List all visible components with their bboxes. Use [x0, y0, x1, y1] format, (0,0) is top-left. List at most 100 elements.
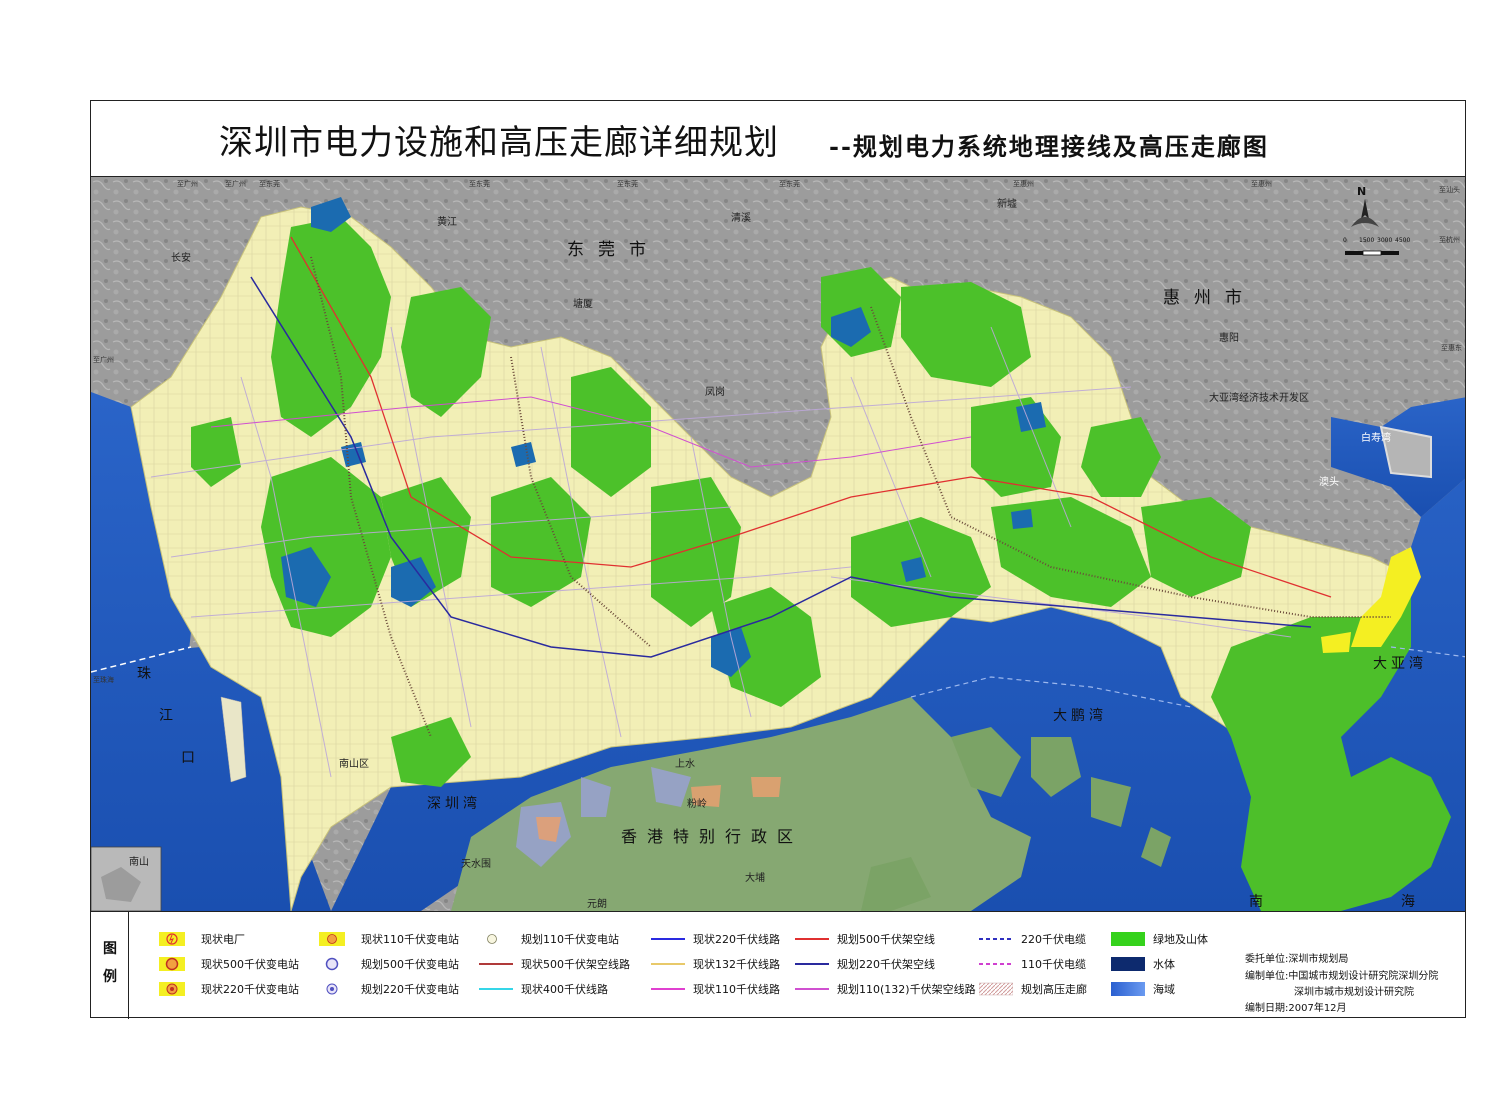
- page-title: 深圳市电力设施和高压走廊详细规划: [219, 123, 779, 163]
- dashed-line-symbol: [979, 956, 1013, 972]
- road-tag: 至惠州: [1013, 180, 1034, 188]
- legend-item-cable: 110千伏电缆: [979, 955, 1086, 973]
- road-tag: 至东莞: [259, 180, 280, 188]
- dashed-line-symbol: [979, 931, 1013, 947]
- line-symbol: [795, 981, 829, 997]
- legend-item-sub-500: 现状500千伏变电站: [159, 955, 299, 973]
- sea-fill-symbol: [1111, 981, 1145, 997]
- legend-item-sea: 海域: [1111, 980, 1175, 998]
- label-tangxia: 塘厦: [573, 299, 593, 310]
- scale-0: 0: [1343, 237, 1347, 244]
- label-huangjiang: 黄江: [437, 217, 457, 228]
- legend-heading: 图 例: [91, 912, 129, 1019]
- map-frame: 深圳市电力设施和高压走廊详细规划 --规划电力系统地理接线及高压走廊图 东莞市 …: [90, 100, 1466, 1019]
- label-dabu: 大埔: [745, 873, 765, 884]
- map-legend: 图 例 现状电厂 现状500千伏变电站 现状220千伏变电站 现状110千伏变电…: [91, 911, 1465, 1019]
- legend-item-green: 绿地及山体: [1111, 930, 1208, 948]
- line-symbol: [651, 956, 685, 972]
- scale-4500: 4500: [1395, 237, 1411, 244]
- plant-icon: [159, 931, 193, 947]
- info-client: 委托单位:深圳市规划局: [1245, 954, 1349, 965]
- label-fenling: 粉岭: [687, 799, 707, 810]
- label-qingxi: 清溪: [731, 213, 751, 224]
- north-arrow-icon: N 0 1500 3000 4500: [1341, 185, 1421, 265]
- line-symbol: [479, 981, 513, 997]
- legend-item-cable: 220千伏电缆: [979, 930, 1086, 948]
- label-nanshan-district: 南山区: [339, 759, 369, 770]
- road-tag: 至惠州: [1251, 180, 1272, 188]
- label-huizhou: 惠州市: [1163, 288, 1256, 308]
- legend-item-line: 规划110(132)千伏架空线路: [795, 980, 976, 998]
- label-hai: 海: [1401, 894, 1419, 910]
- legend-item-sub-220: 现状220千伏变电站: [159, 980, 299, 998]
- label-jiang: 江: [159, 708, 177, 724]
- road-tag: 至杭州: [1439, 236, 1460, 244]
- label-hongkong: 香港特别行政区: [621, 827, 804, 846]
- road-tag: 至惠东: [1441, 344, 1462, 352]
- map-graphic: [91, 177, 1465, 911]
- road-tag: 至广州: [225, 180, 246, 188]
- label-xinxu: 新墟: [997, 199, 1017, 210]
- legend-item-planned-500: 规划500千伏变电站: [319, 955, 459, 973]
- road-tag: 至广州: [93, 356, 114, 364]
- info-compiler-2: 深圳市城市规划设计研究院: [1294, 987, 1414, 998]
- road-tag: 至广州: [177, 180, 198, 188]
- legend-item-line: 现状500千伏架空线路: [479, 955, 630, 973]
- planned-110-icon: [479, 931, 513, 947]
- scale-3000: 3000: [1377, 237, 1393, 244]
- line-symbol: [795, 931, 829, 947]
- scale-bar: [1345, 250, 1399, 256]
- road-tag: 至东莞: [779, 180, 800, 188]
- label-dapeng-bay: 大鹏湾: [1053, 708, 1107, 724]
- legend-item-planned-220: 规划220千伏变电站: [319, 980, 459, 998]
- map-canvas[interactable]: 东莞市 惠州市 香港特别行政区 珠 江 口 深圳湾 大鹏湾 大亚湾 南 海 黄江…: [91, 177, 1465, 911]
- label-yuanlang: 元朗: [587, 899, 607, 910]
- legend-item-line: 规划500千伏架空线: [795, 930, 935, 948]
- corridor-symbol: [978, 981, 1014, 997]
- page-subtitle: --规划电力系统地理接线及高压走廊图: [829, 132, 1269, 161]
- road-tag: 至东莞: [617, 180, 638, 188]
- legend-item-line: 现状132千伏线路: [651, 955, 780, 973]
- substation-500-icon: [159, 956, 193, 972]
- legend-item-line: 规划220千伏架空线: [795, 955, 935, 973]
- legend-item-line: 现状110千伏线路: [651, 980, 780, 998]
- line-symbol: [651, 981, 685, 997]
- compass-icon: [1351, 199, 1379, 227]
- label-huiyang: 惠阳: [1219, 333, 1239, 344]
- label-zhu: 珠: [137, 666, 155, 682]
- planned-220-icon: [319, 981, 353, 997]
- line-symbol: [795, 956, 829, 972]
- road-tag: 至汕头: [1439, 186, 1460, 194]
- label-nanshan: 南山: [129, 857, 149, 868]
- legend-item-planned-110: 规划110千伏变电站: [479, 930, 619, 948]
- line-symbol: [479, 956, 513, 972]
- legend-item-water: 水体: [1111, 955, 1175, 973]
- line-symbol: [651, 931, 685, 947]
- substation-110-icon: [319, 931, 353, 947]
- water-fill-symbol: [1111, 956, 1145, 972]
- legend-item-corridor: 规划高压走廊: [978, 980, 1087, 998]
- planned-500-icon: [319, 956, 353, 972]
- scale-1500: 1500: [1359, 237, 1375, 244]
- label-daya-dev: 大亚湾经济技术开发区: [1209, 393, 1309, 404]
- label-shangshui: 上水: [675, 759, 695, 770]
- label-daya-bay: 大亚湾: [1373, 656, 1427, 672]
- label-chang-an: 长安: [171, 253, 191, 264]
- legend-item-line: 现状400千伏线路: [479, 980, 608, 998]
- legend-heading-2: 例: [103, 969, 117, 985]
- label-dongguan: 东莞市: [567, 240, 660, 260]
- label-fenggang: 凤岗: [705, 387, 725, 398]
- legend-heading-1: 图: [103, 941, 117, 957]
- road-tag: 至东莞: [469, 180, 490, 188]
- info-compiler-1: 编制单位:中国城市规划设计研究院深圳分院: [1245, 971, 1439, 982]
- legend-item-sub-110: 现状110千伏变电站: [319, 930, 459, 948]
- label-tianshuiwei: 天水围: [461, 859, 491, 870]
- title-bar: 深圳市电力设施和高压走廊详细规划 --规划电力系统地理接线及高压走廊图: [91, 101, 1465, 177]
- substation-220-icon: [159, 981, 193, 997]
- label-baishou: 白寿湾: [1361, 433, 1391, 444]
- legend-item-line: 现状220千伏线路: [651, 930, 780, 948]
- label-nan: 南: [1249, 894, 1267, 910]
- green-fill-symbol: [1111, 931, 1145, 947]
- label-kou: 口: [181, 750, 199, 766]
- label-aotou: 澳头: [1319, 477, 1339, 488]
